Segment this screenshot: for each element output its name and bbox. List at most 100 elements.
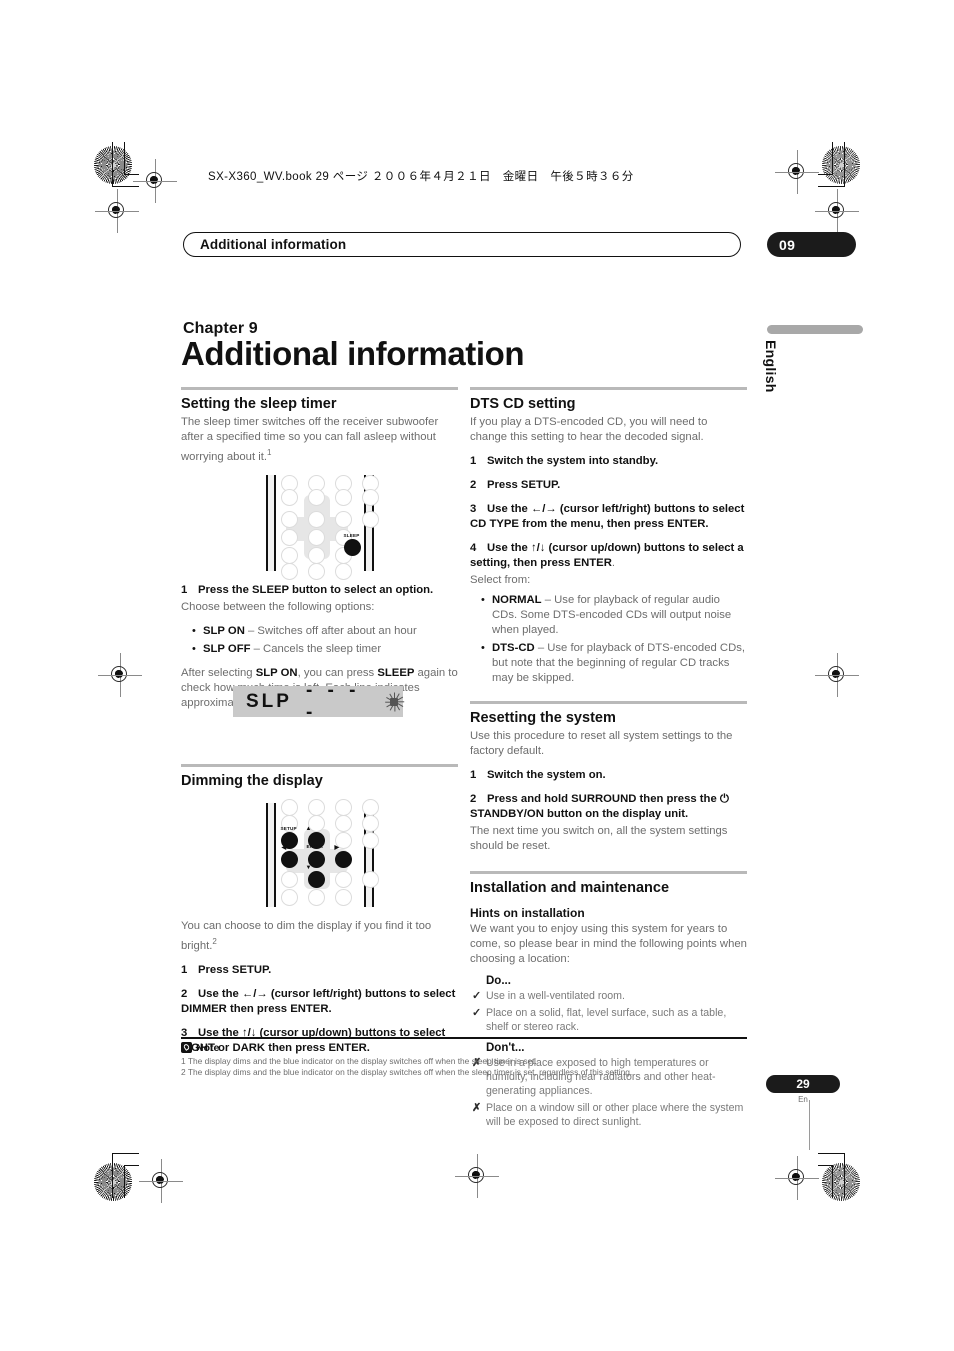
remote-button-cursor-left[interactable]	[280, 850, 298, 868]
remote-button[interactable]	[280, 488, 298, 506]
setup-button-label: SETUP	[280, 825, 297, 831]
step-number: 1	[181, 963, 188, 976]
remote-button[interactable]	[334, 798, 352, 816]
slp-display-dashes: - - - -	[305, 679, 361, 723]
remote-button[interactable]	[280, 798, 298, 816]
option-term: NORMAL	[492, 594, 542, 606]
chapter-badge-label: 09	[779, 236, 796, 253]
registration-mark-top-left	[133, 159, 177, 203]
step-number: 2	[470, 793, 477, 805]
remote-button-row-3	[280, 528, 352, 546]
sleep-button-label: SLEEP	[343, 532, 360, 538]
remote-button-row-3	[280, 850, 352, 868]
after-term-a: SLP ON	[255, 666, 298, 679]
remote-button[interactable]	[361, 831, 379, 849]
remote-button-cursor-right[interactable]	[334, 850, 352, 868]
remote-button[interactable]	[280, 888, 298, 906]
remote-button[interactable]	[307, 562, 325, 580]
registration-mark-bottom-right	[775, 1156, 819, 1200]
step-text: Press SETUP.	[487, 479, 561, 491]
subheading-hints-on-installation: Hints on installation	[470, 906, 585, 920]
option-term: DTS-CD	[492, 642, 535, 654]
section-rule	[181, 387, 458, 390]
dts-step-3: 3 Use the ←/→ (cursor left/right) buttons…	[470, 502, 747, 532]
remote-button[interactable]	[307, 488, 325, 506]
section-rule	[181, 763, 458, 767]
section-rule	[470, 871, 747, 874]
sleep-step-1-text: Press the SLEEP button to select an opti…	[198, 583, 434, 596]
list-item: ✗ Place on a window sill or other place w…	[472, 1101, 747, 1129]
remote-button-cursor-down[interactable]	[307, 870, 325, 888]
resetting-outro: The next time you switch on, all the sys…	[470, 825, 728, 852]
option-term: SLP ON	[203, 624, 245, 637]
after-text-a: After selecting	[181, 666, 256, 679]
remote-button[interactable]	[334, 870, 352, 888]
spacer-slp-display	[181, 720, 458, 764]
remote-button[interactable]	[361, 814, 379, 832]
sleep-timer-intro: The sleep timer switches off the receive…	[181, 415, 458, 465]
remote-button-cursor-left[interactable]	[280, 528, 298, 546]
enter-button-label: ENTER	[306, 843, 324, 849]
step-text: Switch the system into standby.	[487, 455, 659, 467]
dimming-intro-text: You can choose to dim the display if you…	[181, 919, 432, 952]
dts-select-from: Select from:	[470, 574, 531, 586]
remote-button[interactable]	[361, 510, 379, 528]
running-head-label: Additional information	[200, 237, 347, 252]
check-icon: ✓	[472, 1007, 482, 1019]
crop-mark-bottom-right-inner	[818, 1165, 833, 1198]
remote-button[interactable]	[334, 488, 352, 506]
sun-blink-icon	[384, 692, 404, 711]
footnote-ref-2: 2	[212, 936, 217, 946]
remote-button[interactable]	[334, 562, 352, 580]
step-number: 4	[470, 542, 477, 554]
remote-button[interactable]	[361, 798, 379, 816]
sleep-options-list: SLP ON – Switches off after about an hou…	[181, 624, 458, 657]
step-text: Use the ←/→ (cursor left/right) buttons …	[470, 503, 745, 530]
remote-button[interactable]	[361, 488, 379, 506]
step-number: 2	[470, 479, 477, 491]
registration-mark-bottom-center	[455, 1154, 499, 1198]
remote-button-sleep[interactable]	[343, 538, 361, 556]
remote-button-row-0	[280, 798, 379, 816]
option-desc: – Cancels the sleep timer	[250, 642, 382, 655]
crop-mark-top-right-inner	[818, 142, 833, 175]
note-rule	[181, 1037, 747, 1039]
remote-button[interactable]	[334, 888, 352, 906]
remote-diagram-sleep: SLEEP	[265, 474, 379, 580]
remote-button[interactable]	[307, 888, 325, 906]
crop-mark-bottom-left-inner	[124, 1165, 139, 1198]
step-number: 1	[470, 455, 477, 467]
note-line-2: 2 The display dims and the blue indicato…	[181, 1067, 633, 1078]
remote-button-row-1	[280, 488, 379, 506]
note-block: Note 1 The display dims and the blue ind…	[181, 1037, 747, 1079]
remote-button[interactable]	[307, 798, 325, 816]
remote-button-cursor-up[interactable]	[307, 510, 325, 528]
remote-button[interactable]	[280, 546, 298, 564]
registration-mark-right-middle	[815, 653, 859, 697]
note-header: Note	[181, 1042, 747, 1054]
section-rule	[470, 387, 747, 390]
dts-options-list: NORMAL – Use for playback of regular aud…	[470, 593, 747, 686]
dimming-step-1: 1 Press SETUP.	[181, 963, 458, 978]
remote-edge-left	[265, 802, 276, 907]
chapter-title: Additional information	[181, 335, 525, 372]
remote-button[interactable]	[334, 510, 352, 528]
remote-button-enter[interactable]	[307, 528, 325, 546]
dont-item-text: Place on a window sill or other place wh…	[486, 1102, 744, 1128]
remote-button[interactable]	[334, 814, 352, 832]
page-language-label: En	[798, 1095, 808, 1104]
list-item: SLP OFF – Cancels the sleep timer	[192, 642, 458, 657]
chapter-badge: 09	[767, 232, 856, 257]
remote-button[interactable]	[280, 510, 298, 528]
sleep-step-1: 1 Press the SLEEP button to select an opt…	[181, 583, 458, 598]
registration-mark-top-right	[775, 150, 819, 194]
remote-button-cursor-down[interactable]	[307, 546, 325, 564]
remote-diagram-dimming: SETUP ▲ ENTER ◀ ▶ ▼	[265, 798, 379, 907]
step-number: 1	[470, 769, 477, 781]
sleep-choose-line: Choose between the following options:	[181, 600, 375, 613]
section-heading-sleep-timer: Setting the sleep timer	[181, 396, 337, 412]
remote-button[interactable]	[280, 562, 298, 580]
remote-button[interactable]	[280, 870, 298, 888]
language-tab-bar	[767, 325, 863, 334]
remote-button[interactable]	[361, 870, 379, 888]
